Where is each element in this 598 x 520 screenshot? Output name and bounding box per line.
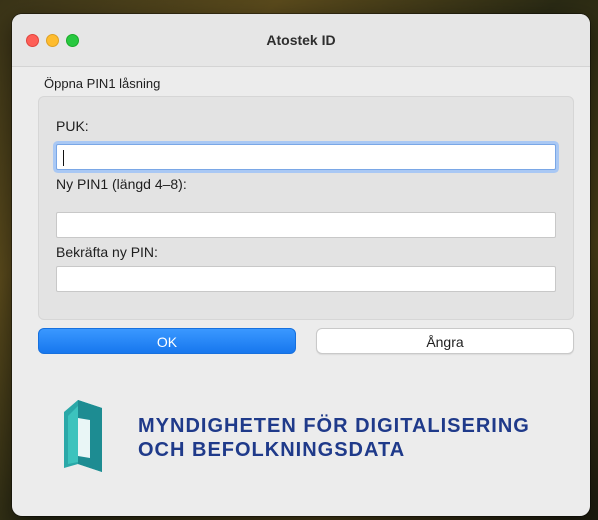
new-pin-label: Ny PIN1 (längd 4–8): xyxy=(56,176,187,192)
ok-button[interactable]: OK xyxy=(38,328,296,354)
puk-input[interactable] xyxy=(56,144,556,170)
new-pin-input[interactable] xyxy=(56,212,556,238)
confirm-pin-input[interactable] xyxy=(56,266,556,292)
confirm-pin-label: Bekräfta ny PIN: xyxy=(56,244,158,260)
agency-logo-text: MYNDIGHETEN FÖR DIGITALISERING OCH BEFOL… xyxy=(138,414,530,462)
cancel-button[interactable]: Ångra xyxy=(316,328,574,354)
title-bar[interactable]: Atostek ID xyxy=(12,14,590,67)
text-caret xyxy=(63,150,64,166)
puk-label: PUK: xyxy=(56,118,89,134)
group-label: Öppna PIN1 låsning xyxy=(44,76,161,91)
dvv-logo-icon xyxy=(64,400,102,472)
logo-line-2: OCH BEFOLKNINGSDATA xyxy=(138,439,406,461)
dialog-window: Atostek ID Öppna PIN1 låsning PUK: Ny PI… xyxy=(12,14,590,516)
logo-line-1: MYNDIGHETEN FÖR DIGITALISERING xyxy=(138,415,530,437)
window-title: Atostek ID xyxy=(266,32,336,48)
